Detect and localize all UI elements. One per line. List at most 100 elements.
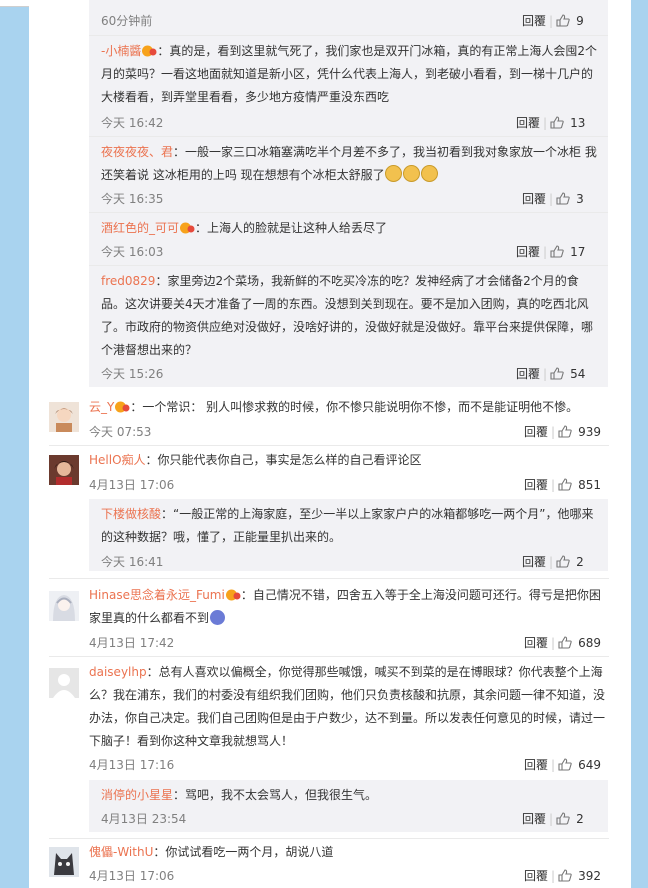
reply-button[interactable]: 回覆 — [522, 192, 546, 206]
reply-button[interactable]: 回覆 — [524, 869, 548, 883]
comment-time: 4月13日 17:16 — [89, 758, 175, 772]
avatar[interactable] — [49, 847, 79, 877]
reply-text: ：上海人的脸就是让这种人给丢尽了 — [195, 221, 388, 235]
like-thumb-icon[interactable] — [550, 245, 564, 258]
like-count: 649 — [578, 758, 601, 772]
like-count: 392 — [578, 869, 601, 883]
like-count: 54 — [570, 367, 586, 381]
username-link[interactable]: 傀儡-WithU — [89, 845, 153, 859]
divider: | — [549, 14, 554, 28]
vip-badge-icon — [142, 45, 157, 57]
reply-button[interactable]: 回覆 — [516, 367, 540, 381]
like-thumb-icon[interactable] — [556, 812, 570, 825]
reply-button[interactable]: 回覆 — [524, 478, 548, 492]
comment-actions: 回覆 | 392 — [524, 867, 601, 884]
reply-actions: 回覆 | 2 — [522, 553, 584, 570]
reply-item: -小楠醬 ：真的是，看到这里就气死了，我们家也是双开门冰箱，真的有正常上海人会囤2… — [101, 40, 601, 109]
divider: | — [543, 116, 548, 130]
avatar[interactable] — [49, 591, 79, 621]
reply-item: fred0829：家里旁边2个菜场，我新鲜的不吃买冷冻的吃？发神经病了才会储备2… — [101, 270, 601, 362]
divider — [49, 656, 609, 657]
vip-badge-icon — [115, 401, 130, 413]
reply-button[interactable]: 回覆 — [524, 636, 548, 650]
comment-item: 云_Y ：一个常识： 别人叫惨求救的时候，你不惨只能说明你不惨，而不是能证明他不惨… — [89, 396, 609, 419]
reply-item: 下楼做核酸：“一般正常的上海家庭，至少一半以上家家户户的冰箱都够吃一两个月”，他… — [101, 503, 601, 549]
username-link[interactable]: fred0829 — [101, 274, 155, 288]
vip-badge-icon — [180, 222, 195, 234]
divider: | — [549, 812, 554, 826]
divider — [89, 265, 608, 266]
reply-text: ：一般一家三口冰箱塞满吃半个月差不多了，我当初看到我对象家放一个冰柜 我还笑着说… — [101, 145, 597, 182]
reply-button[interactable]: 回覆 — [522, 555, 546, 569]
like-thumb-icon[interactable] — [556, 555, 570, 568]
like-count: 689 — [578, 636, 601, 650]
divider: | — [551, 869, 556, 883]
comment-time: 4月13日 17:06 — [89, 478, 175, 492]
comment-item: Hinase思念着永远_Fumi ：自己情况不错，四舍五入等于全上海没问题可还行。… — [89, 584, 609, 630]
like-count: 851 — [578, 478, 601, 492]
reply-text: ：家里旁边2个菜场，我新鲜的不吃买冷冻的吃？发神经病了才会储备2个月的食品。这次… — [101, 274, 594, 357]
like-count: 3 — [576, 192, 584, 206]
reply-time: 今天 16:42 — [101, 116, 164, 130]
comment-actions: 回覆 | 689 — [524, 634, 601, 651]
comment-item: 傀儡-WithU：你试试看吃一两个月，胡说八道 — [89, 841, 609, 864]
reply-time: 今天 16:35 — [101, 192, 164, 206]
comment-item: daiseylhp：总有人喜欢以偏概全，你觉得那些喊饿，喊买不到菜的是在博眼球？… — [89, 661, 609, 753]
like-thumb-icon[interactable] — [556, 192, 570, 205]
divider — [49, 445, 609, 446]
divider: | — [551, 758, 556, 772]
divider: | — [543, 245, 548, 259]
reply-text: ：真的是，看到这里就气死了，我们家也是双开门冰箱，真的有正常上海人会囤2个月的菜… — [101, 44, 597, 104]
like-thumb-icon[interactable] — [558, 636, 572, 649]
username-link[interactable]: 云_Y — [89, 400, 114, 414]
username-link[interactable]: 夜夜夜夜、君 — [101, 145, 173, 159]
reply-time: 60分钟前 — [101, 14, 153, 28]
reply-time: 今天 15:26 — [101, 367, 164, 381]
like-thumb-icon[interactable] — [558, 758, 572, 771]
divider — [89, 136, 608, 137]
comment-time: 4月13日 17:06 — [89, 869, 175, 883]
divider: | — [549, 192, 554, 206]
divider — [89, 35, 608, 36]
reply-item: 夜夜夜夜、君：一般一家三口冰箱塞满吃半个月差不多了，我当初看到我对象家放一个冰柜… — [101, 141, 601, 187]
reply-button[interactable]: 回覆 — [522, 14, 546, 28]
laugh-cry-emoji — [420, 165, 438, 182]
avatar[interactable] — [49, 402, 79, 432]
username-link[interactable]: Hinase思念着永远_Fumi — [89, 588, 225, 602]
reply-item: 酒红色的_可可 ：上海人的脸就是让这种人给丢尽了 — [101, 217, 601, 240]
avatar[interactable] — [49, 455, 79, 485]
comment-item: HellO痴人：你只能代表你自己，事实是怎么样的自己看评论区 — [89, 449, 609, 472]
reply-button[interactable]: 回覆 — [524, 425, 548, 439]
username-link[interactable]: 消停的小星星 — [101, 788, 173, 802]
like-thumb-icon[interactable] — [558, 425, 572, 438]
comment-text: ：一个常识： 别人叫惨求救的时候，你不惨只能说明你不惨，而不是能证明他不惨。 — [130, 400, 579, 414]
username-link[interactable]: 下楼做核酸 — [101, 507, 161, 521]
avatar[interactable] — [49, 668, 79, 698]
comment-time: 4月13日 17:42 — [89, 636, 175, 650]
comment-text: ：你试试看吃一两个月，胡说八道 — [153, 845, 334, 859]
reply-time: 今天 16:03 — [101, 245, 164, 259]
reply-button[interactable]: 回覆 — [516, 116, 540, 130]
like-count: 13 — [570, 116, 586, 130]
reply-actions: 回覆 | 2 — [522, 810, 584, 827]
username-link[interactable]: -小楠醬 — [101, 44, 141, 58]
username-link[interactable]: HellO痴人 — [89, 453, 146, 467]
reply-actions: 回覆 | 13 — [516, 114, 585, 131]
divider — [49, 838, 609, 839]
reply-button[interactable]: 回覆 — [522, 812, 546, 826]
reply-time: 4月13日 23:54 — [101, 812, 187, 826]
like-thumb-icon[interactable] — [550, 367, 564, 380]
like-thumb-icon[interactable] — [550, 116, 564, 129]
like-thumb-icon[interactable] — [558, 478, 572, 491]
like-count: 17 — [570, 245, 586, 259]
reply-button[interactable]: 回覆 — [524, 758, 548, 772]
username-link[interactable]: 酒红色的_可可 — [101, 221, 179, 235]
username-link[interactable]: daiseylhp — [89, 665, 147, 679]
divider: | — [543, 367, 548, 381]
reply-button[interactable]: 回覆 — [516, 245, 540, 259]
reply-actions: 回覆 | 9 — [522, 12, 584, 29]
like-count: 939 — [578, 425, 601, 439]
comment-actions: 回覆 | 851 — [524, 476, 601, 493]
like-thumb-icon[interactable] — [558, 869, 572, 882]
like-thumb-icon[interactable] — [556, 14, 570, 27]
